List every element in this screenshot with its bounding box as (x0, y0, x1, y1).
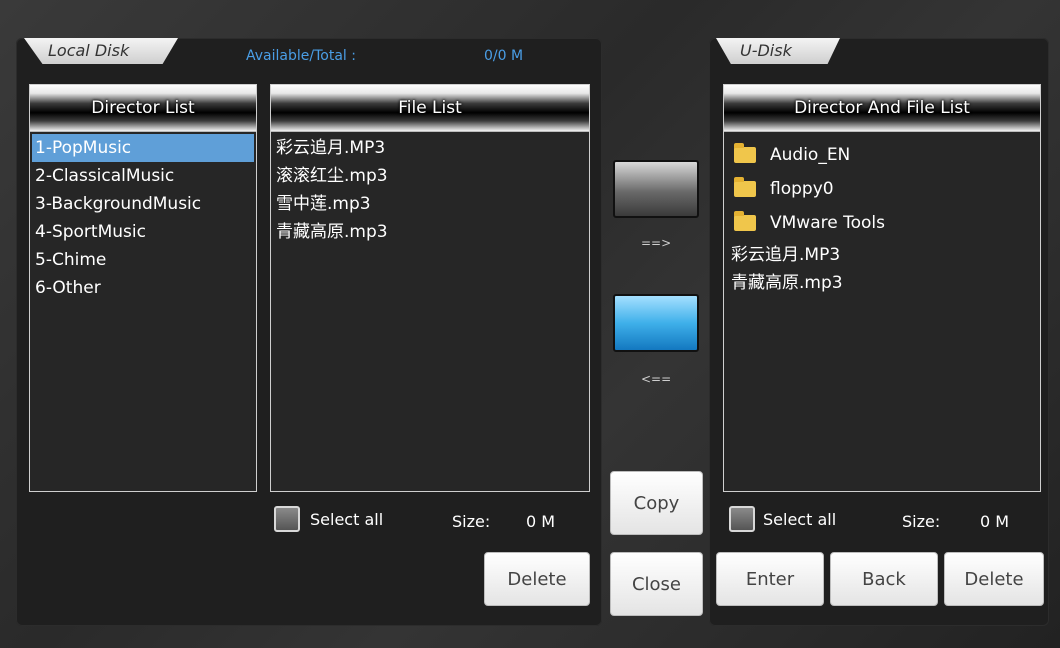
director-list: Director List 1-PopMusic 2-ClassicalMusi… (29, 84, 257, 492)
copy-to-udisk-button[interactable] (613, 160, 699, 218)
available-total-value: 0/0 M (484, 48, 524, 64)
local-disk-tab: Local Disk (24, 38, 178, 64)
local-select-all-label: Select all (310, 510, 384, 529)
copy-to-udisk-label: ==> (641, 236, 672, 250)
folder-icon (734, 143, 756, 163)
local-size-label: Size: (452, 512, 491, 531)
director-list-header: Director List (30, 85, 256, 132)
folder-name: Audio_EN (770, 145, 851, 165)
udisk-folder-item[interactable]: VMware Tools (726, 206, 1038, 240)
udisk-folder-item[interactable]: Audio_EN (726, 138, 1038, 172)
udisk-back-button[interactable]: Back (830, 552, 938, 606)
close-button[interactable]: Close (610, 552, 703, 616)
director-item-sportmusic[interactable]: 4-SportMusic (32, 218, 254, 246)
file-manager-screen: Local Disk Available/Total : 0/0 M Direc… (0, 0, 1060, 648)
folder-name: floppy0 (770, 179, 834, 199)
udisk-file-item[interactable]: 青藏高原.mp3 (726, 270, 1038, 296)
file-list: File List 彩云追月.MP3 滚滚红尘.mp3 雪中莲.mp3 青藏高原… (270, 84, 590, 492)
local-size-value: 0 M (526, 512, 556, 531)
director-item-other[interactable]: 6-Other (32, 274, 254, 302)
available-total-label: Available/Total : (246, 48, 356, 64)
file-list-item[interactable]: 彩云追月.MP3 (273, 134, 587, 162)
udisk-select-all-checkbox[interactable] (729, 506, 755, 532)
udisk-select-all-label: Select all (763, 510, 837, 529)
file-list-header: File List (271, 85, 589, 132)
director-item-chime[interactable]: 5-Chime (32, 246, 254, 274)
copy-to-local-button[interactable] (613, 294, 699, 352)
udisk-list: Director And File List Audio_EN floppy0 … (723, 84, 1041, 492)
director-item-classicalmusic[interactable]: 2-ClassicalMusic (32, 162, 254, 190)
udisk-size-label: Size: (902, 512, 941, 531)
udisk-delete-button[interactable]: Delete (944, 552, 1044, 606)
udisk-folder-item[interactable]: floppy0 (726, 172, 1038, 206)
director-item-popmusic[interactable]: 1-PopMusic (32, 134, 254, 162)
udisk-file-item[interactable]: 彩云追月.MP3 (726, 240, 1038, 270)
udisk-list-header: Director And File List (724, 85, 1040, 132)
folder-icon (734, 177, 756, 197)
local-select-all-checkbox[interactable] (274, 506, 300, 532)
local-delete-button[interactable]: Delete (484, 552, 590, 606)
udisk-tab: U-Disk (716, 38, 840, 64)
director-item-backgroundmusic[interactable]: 3-BackgroundMusic (32, 190, 254, 218)
folder-icon (734, 211, 756, 231)
copy-to-local-label: <== (641, 372, 672, 386)
file-list-item[interactable]: 青藏高原.mp3 (273, 218, 587, 246)
director-list-items: 1-PopMusic 2-ClassicalMusic 3-Background… (30, 132, 256, 304)
folder-name: VMware Tools (770, 213, 885, 233)
file-list-item[interactable]: 滚滚红尘.mp3 (273, 162, 587, 190)
file-list-item[interactable]: 雪中莲.mp3 (273, 190, 587, 218)
copy-button[interactable]: Copy (610, 471, 703, 535)
udisk-size-value: 0 M (980, 512, 1010, 531)
udisk-enter-button[interactable]: Enter (716, 552, 824, 606)
